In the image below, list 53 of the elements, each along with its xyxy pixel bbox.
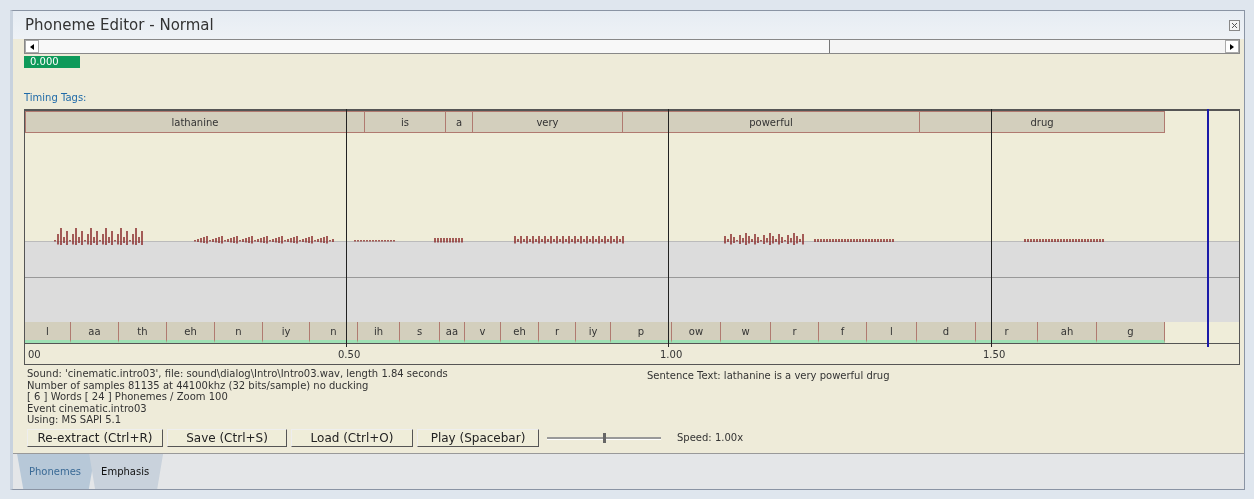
time-tick-label: 1.50 [983,349,1006,360]
info-line: Sound: 'cinematic.intro03', file: sound\dialog\Intro\Intro03.wav, length 1.84 seconds [27,368,449,380]
info-line: Event cinematic.intro03 [27,402,148,414]
phoneme-tag[interactable]: v [465,321,501,343]
phoneme-tag[interactable]: ih [358,321,400,343]
phoneme-tag[interactable]: n [215,321,263,343]
word-tag[interactable]: powerful [623,111,920,133]
timing-tags-label: Timing Tags: [24,92,88,105]
toolbar-button[interactable]: Re-extract (Ctrl+R) [27,428,163,447]
speed-label: Speed: 1.00x [677,432,744,443]
phoneme-tag[interactable]: d [917,321,976,343]
horizontal-scrollbar[interactable] [24,39,1240,54]
toolbar-button[interactable]: Save (Ctrl+S) [167,428,287,447]
word-tag[interactable]: is [365,111,446,133]
info-line: Number of samples 81135 at 44100khz (32 bits/sample) no ducking [27,379,370,391]
right-arrow-icon[interactable] [1229,43,1235,50]
word-tag[interactable]: a [446,111,473,133]
time-tick-label: 0.50 [338,349,361,360]
word-tag[interactable]: drug [920,111,1165,133]
tab[interactable]: Emphasis [89,453,164,489]
info-line: Using: MS SAPI 5.1 [27,414,123,426]
toolbar-button[interactable]: Load (Ctrl+O) [291,428,413,447]
word-tag[interactable]: very [473,111,623,133]
time-tick-label: 1.00 [660,349,683,360]
phoneme-tag[interactable]: iy [576,321,611,343]
phoneme-tag[interactable]: p [611,321,672,343]
close-icon[interactable] [1229,19,1240,31]
info-line: [ 6 ] Words [ 24 ] Phonemes / Zoom 100 [27,391,229,403]
left-arrow-icon[interactable] [29,43,35,50]
phoneme-tag[interactable]: ah [1038,321,1097,343]
phoneme-tag[interactable]: l [867,321,917,343]
phoneme-tag[interactable]: f [819,321,867,343]
sentence-text: Sentence Text: lathanine is a very powerful drug [647,370,890,383]
time-tick-label: 00 [28,349,41,360]
phoneme-tag[interactable]: l [25,321,71,343]
phoneme-tag[interactable]: th [119,321,167,343]
phoneme-tag[interactable]: w [721,321,771,343]
phoneme-tag[interactable]: ow [672,321,721,343]
window-title: Phoneme Editor - Normal [25,16,214,34]
phoneme-tag[interactable]: iy [263,321,310,343]
phoneme-tag[interactable]: eh [501,321,539,343]
phoneme-tag[interactable]: r [976,321,1038,343]
phoneme-tag[interactable]: r [539,321,576,343]
phoneme-tag[interactable]: g [1097,321,1165,343]
waveform-panel[interactable]: lathanine is a very powerful drug l aa th eh n iy n ih s aa v eh r iy p ow w r f l d r ah g [24,109,1240,344]
phoneme-tag[interactable]: r [771,321,819,343]
time-readout: 0.000 [24,56,80,68]
toolbar-button[interactable]: Play (Spacebar) [417,428,539,447]
word-tag[interactable]: lathanine [25,111,365,133]
phoneme-tag[interactable]: aa [71,321,119,343]
phoneme-tag[interactable]: aa [440,321,465,343]
phoneme-tag[interactable]: eh [167,321,215,343]
phoneme-tag[interactable]: s [400,321,440,343]
